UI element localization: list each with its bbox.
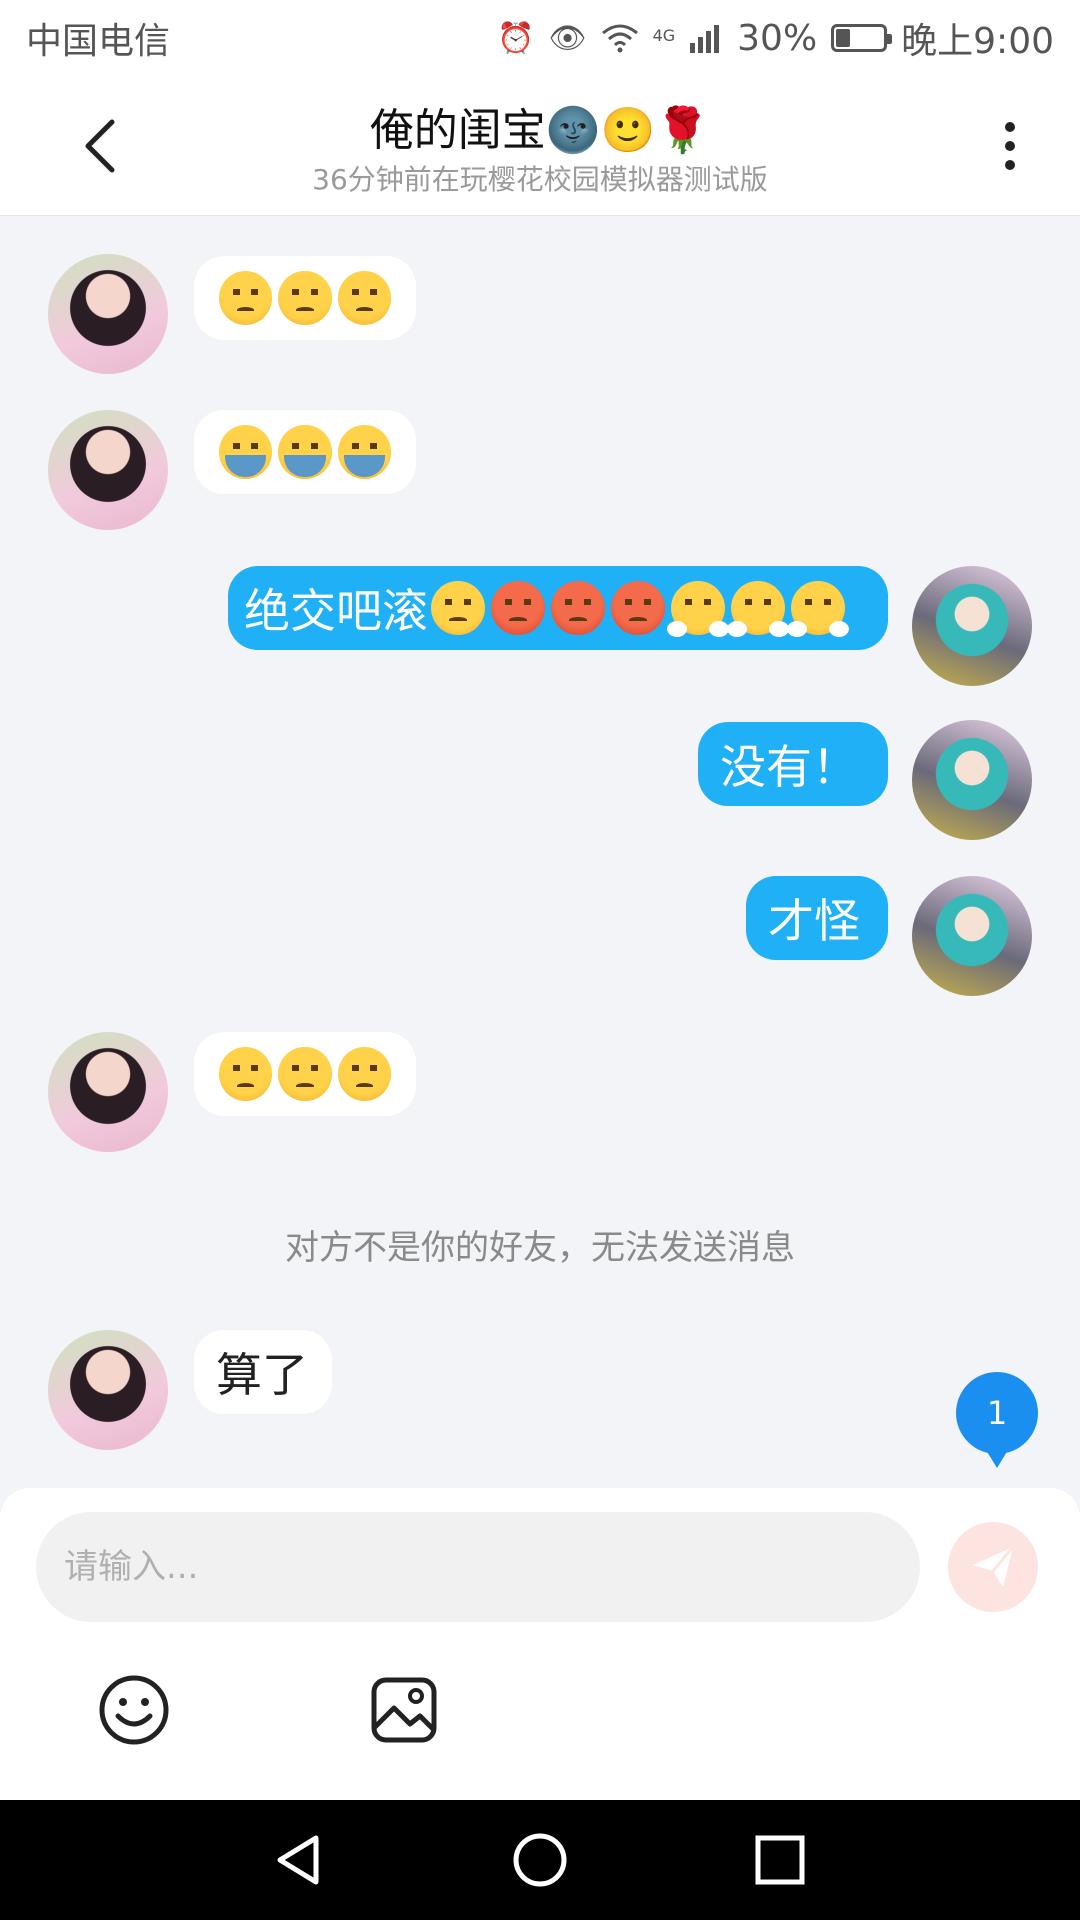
eye-icon: 👁 [548,20,587,56]
loudly-crying-emoji-icon [219,425,273,479]
message-bubble[interactable] [194,1032,416,1116]
unamused-emoji-icon [431,581,485,635]
loudly-crying-emoji-icon [278,425,332,479]
more-dot-icon [1005,141,1015,151]
worried-emoji-icon [219,271,273,325]
battery-fill [836,29,850,47]
message-bubble[interactable] [194,256,416,340]
triumph-emoji-icon [787,581,849,637]
pensive-emoji-icon [278,1047,332,1101]
angry-emoji-icon [611,581,665,635]
chat-header: 俺的闺宝🌚🙂🌹 36分钟前在玩樱花校园模拟器测试版 [0,76,1080,216]
input-area [0,1488,1080,1800]
loudly-crying-emoji-icon [337,425,391,479]
carrier-label: 中国电信 [26,21,171,62]
triumph-emoji-icon [727,581,789,637]
send-icon [973,1546,1015,1587]
message-text: 算了 [216,1348,308,1402]
unread-count: 1 [986,1394,1008,1432]
system-nav-bar [0,1800,1080,1920]
angry-emoji-icon [491,581,545,635]
message-bubble[interactable]: 算了 [194,1330,332,1414]
more-dot-icon [1005,160,1015,170]
more-button[interactable] [990,116,1030,176]
alarm-icon: ⏰ [497,20,535,56]
image-icon [371,1677,437,1743]
chat-subtitle: 36分钟前在玩樱花校园模拟器测试版 [312,163,768,196]
message-bubble[interactable]: 绝交吧滚 [228,566,888,650]
unread-badge[interactable]: 1 [956,1372,1038,1468]
message-text: 没有！ [720,740,858,794]
contact-avatar[interactable] [48,254,168,374]
battery-icon [831,24,893,52]
contact-avatar[interactable] [48,1032,168,1152]
send-button[interactable] [948,1522,1038,1612]
pensive-emoji-icon [219,1047,273,1101]
my-avatar[interactable] [912,720,1032,840]
message-text: 绝交吧滚 [244,584,428,638]
worried-emoji-icon [337,271,391,325]
system-notice: 对方不是你的好友，无法发送消息 [285,1228,795,1268]
status-icons: ⏰ 👁 4G 30% 晚上9:00 [497,12,1054,64]
chat-title: 俺的闺宝🌚🙂🌹 [369,105,711,156]
circle-home-icon [513,1833,567,1887]
image-button[interactable] [368,1674,440,1746]
my-avatar[interactable] [912,566,1032,686]
angry-emoji-icon [551,581,605,635]
my-avatar[interactable] [912,876,1032,996]
network-type: 4G [652,26,676,45]
nav-home-button[interactable] [510,1830,570,1890]
triangle-back-icon [277,1835,319,1885]
message-input[interactable] [36,1512,920,1622]
square-recents-icon [755,1835,805,1885]
message-text: 才怪 [768,894,860,948]
nav-back-button[interactable] [270,1830,330,1890]
contact-avatar[interactable] [48,410,168,530]
nav-recents-button[interactable] [750,1830,810,1890]
pensive-emoji-icon [337,1047,391,1101]
battery-percent: 30% [737,17,818,59]
more-dot-icon [1005,122,1015,132]
message-bubble[interactable] [194,410,416,494]
status-bar: 中国电信 ⏰ 👁 4G 30% 晚上9:00 [0,0,1080,76]
emoji-button[interactable] [98,1674,170,1746]
smiley-icon [99,1675,169,1745]
wifi-icon [601,24,638,53]
signal-icon [690,25,720,53]
message-bubble[interactable]: 才怪 [746,876,888,960]
contact-avatar[interactable] [48,1330,168,1450]
message-bubble[interactable]: 没有！ [698,722,888,806]
triumph-emoji-icon [667,581,729,637]
worried-emoji-icon [278,271,332,325]
clock: 晚上9:00 [901,21,1054,62]
